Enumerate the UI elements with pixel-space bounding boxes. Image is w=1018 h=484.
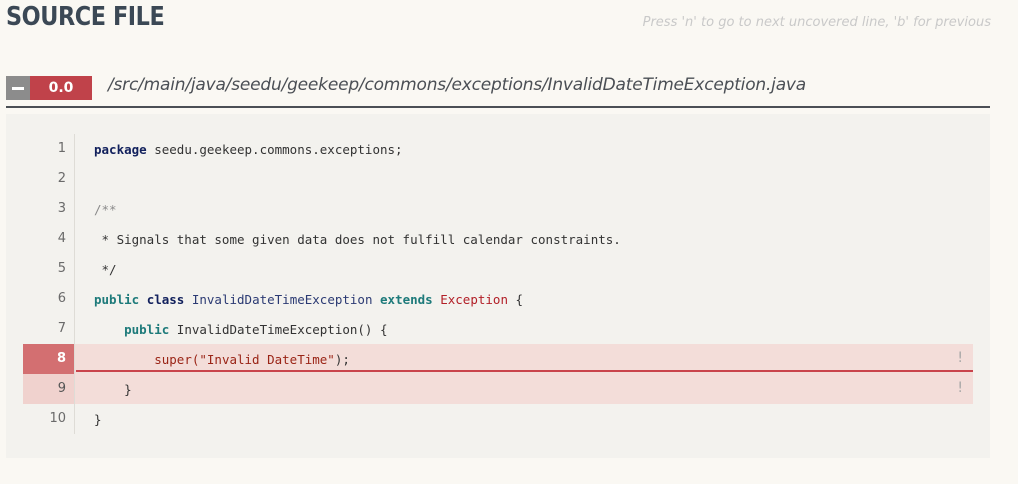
line-number[interactable]: 1: [23, 134, 75, 164]
uncovered-marker: !: [957, 350, 963, 366]
code-text: public class InvalidDateTimeException ex…: [94, 291, 524, 307]
code-line: 7 public InvalidDateTimeException() {: [23, 314, 973, 344]
line-number[interactable]: 10: [23, 404, 75, 434]
code-text: }: [94, 411, 102, 427]
uncovered-code-line: 9 } !: [23, 374, 973, 404]
uncovered-underline: [76, 370, 973, 372]
code-line: 3 /**: [23, 194, 973, 224]
line-number[interactable]: 3: [23, 194, 75, 224]
line-number[interactable]: 8: [23, 344, 75, 374]
code-line: 4 * Signals that some given data does no…: [23, 224, 973, 254]
code-line: 6 public class InvalidDateTimeException …: [23, 284, 973, 314]
line-number[interactable]: 5: [23, 254, 75, 284]
code-text: package seedu.geekeep.commons.exceptions…: [94, 141, 403, 157]
code-line: 1 package seedu.geekeep.commons.exceptio…: [23, 134, 973, 164]
code-text: }: [94, 381, 132, 397]
code-line: 5 */: [23, 254, 973, 284]
source-code-panel: 1 package seedu.geekeep.commons.exceptio…: [6, 114, 990, 458]
code-text: public InvalidDateTimeException() {: [124, 321, 388, 337]
line-number[interactable]: 7: [23, 314, 75, 344]
code-text: super("Invalid DateTime");: [154, 351, 350, 367]
file-header: 0.0 /src/main/java/seedu/geekeep/commons…: [6, 75, 990, 108]
file-path: /src/main/java/seedu/geekeep/commons/exc…: [108, 75, 806, 95]
line-number[interactable]: 4: [23, 224, 75, 254]
collapse-button[interactable]: [6, 76, 30, 100]
code-text: /**: [94, 201, 117, 217]
minus-icon: [12, 86, 24, 90]
line-number[interactable]: 2: [23, 164, 75, 194]
keyboard-hint: Press 'n' to go to next uncovered line, …: [642, 15, 991, 30]
code-text: * Signals that some given data does not …: [94, 231, 621, 247]
uncovered-marker: !: [957, 380, 963, 396]
line-number[interactable]: 6: [23, 284, 75, 314]
code-text: */: [94, 261, 117, 277]
coverage-badge: 0.0: [30, 76, 92, 100]
line-number[interactable]: 9: [23, 374, 75, 404]
code-line: 10 }: [23, 404, 973, 434]
code-line: 2: [23, 164, 973, 194]
page-title: SOURCE FILE: [6, 2, 165, 32]
